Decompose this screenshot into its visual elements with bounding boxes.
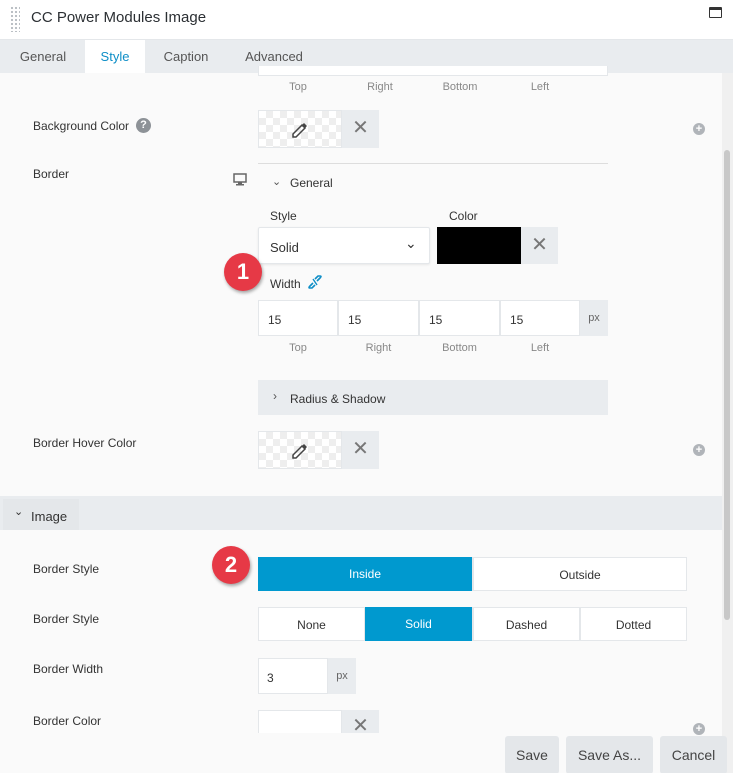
tab-general[interactable]: General bbox=[3, 40, 83, 73]
drag-handle-icon[interactable] bbox=[10, 6, 20, 32]
dim-left-label: Left bbox=[530, 81, 550, 93]
responsive-plus-icon[interactable]: + bbox=[693, 444, 705, 456]
save-button[interactable]: Save bbox=[505, 736, 559, 773]
image-border-style-label: Border Style bbox=[33, 562, 100, 576]
tab-style[interactable]: Style bbox=[85, 40, 145, 73]
border-color-label: Color bbox=[449, 209, 478, 223]
border-style-outside-button[interactable]: Outside bbox=[473, 557, 687, 591]
image-border-color-clear-button[interactable]: ✕ bbox=[342, 710, 379, 737]
border-hover-color-label: Border Hover Color bbox=[33, 436, 137, 450]
border-type-solid-button[interactable]: Solid bbox=[365, 607, 473, 641]
dim-bottom-label: Bottom bbox=[442, 81, 478, 93]
width-right-label: Right bbox=[365, 342, 392, 354]
border-style-select[interactable]: Solid ⌄ bbox=[258, 227, 430, 264]
background-color-clear-button[interactable]: ✕ bbox=[342, 110, 379, 148]
cancel-button[interactable]: Cancel bbox=[660, 736, 727, 773]
image-border-width-input[interactable]: 3 bbox=[258, 658, 328, 694]
border-general-toggle[interactable]: General bbox=[290, 176, 333, 190]
border-label: Border bbox=[33, 167, 70, 181]
link-icon[interactable] bbox=[307, 275, 323, 289]
settings-panel bbox=[0, 73, 722, 773]
chevron-right-icon: › bbox=[273, 389, 277, 403]
border-color-clear-button[interactable]: ✕ bbox=[521, 227, 558, 264]
background-color-swatch[interactable] bbox=[258, 110, 342, 148]
image-border-width-unit[interactable]: px bbox=[328, 658, 356, 694]
save-as-button[interactable]: Save As... bbox=[566, 736, 653, 773]
eyedropper-icon bbox=[292, 123, 307, 138]
border-type-dotted-button[interactable]: Dotted bbox=[580, 607, 687, 641]
border-style-label: Style bbox=[270, 209, 297, 223]
dim-top-label: Top bbox=[289, 81, 307, 93]
image-border-type-label: Border Style bbox=[33, 612, 100, 626]
width-top-label: Top bbox=[289, 342, 307, 354]
background-color-label: Background Color bbox=[33, 119, 130, 133]
border-hover-color-swatch[interactable] bbox=[258, 431, 342, 469]
border-color-swatch[interactable] bbox=[437, 227, 521, 264]
border-width-top-input[interactable]: 15 bbox=[258, 300, 338, 336]
tab-caption[interactable]: Caption bbox=[150, 40, 222, 73]
border-style-inside-button[interactable]: Inside bbox=[258, 557, 473, 591]
border-width-bottom-input[interactable]: 15 bbox=[419, 300, 500, 336]
border-width-label: Width bbox=[270, 277, 301, 291]
eyedropper-icon bbox=[292, 444, 307, 459]
chevron-down-icon: ⌄ bbox=[14, 506, 24, 518]
image-section-header[interactable]: ⌄ Image bbox=[3, 499, 79, 530]
image-border-color-label: Border Color bbox=[33, 714, 102, 728]
help-icon[interactable]: ? bbox=[136, 118, 151, 133]
border-hover-color-clear-button[interactable]: ✕ bbox=[342, 431, 379, 469]
width-bottom-label: Bottom bbox=[442, 342, 477, 354]
image-section-bar bbox=[0, 496, 722, 530]
border-type-none-button[interactable]: None bbox=[258, 607, 365, 641]
border-type-dashed-button[interactable]: Dashed bbox=[473, 607, 580, 641]
scrollbar-thumb[interactable] bbox=[724, 150, 730, 620]
annotation-badge-1: 1 bbox=[224, 253, 262, 291]
window-title: CC Power Modules Image bbox=[31, 9, 207, 26]
radius-shadow-toggle[interactable]: › Radius & Shadow bbox=[258, 380, 608, 415]
title-bar[interactable]: CC Power Modules Image bbox=[0, 0, 733, 40]
width-left-label: Left bbox=[530, 342, 550, 354]
image-border-color-swatch[interactable] bbox=[258, 710, 342, 733]
image-border-width-label: Border Width bbox=[33, 662, 104, 676]
responsive-plus-icon[interactable]: + bbox=[693, 123, 705, 135]
chevron-down-icon: ⌄ bbox=[405, 235, 417, 251]
dim-right-label: Right bbox=[367, 81, 393, 93]
desktop-icon[interactable] bbox=[233, 173, 247, 186]
border-width-right-input[interactable]: 15 bbox=[338, 300, 419, 336]
border-width-left-input[interactable]: 15 bbox=[500, 300, 580, 336]
border-width-unit[interactable]: px bbox=[580, 300, 608, 336]
chevron-down-icon[interactable]: ⌄ bbox=[272, 175, 281, 188]
divider bbox=[258, 163, 608, 164]
maximize-icon[interactable] bbox=[709, 7, 722, 18]
padding-inputs-partial[interactable] bbox=[258, 66, 608, 76]
annotation-badge-2: 2 bbox=[212, 546, 250, 584]
